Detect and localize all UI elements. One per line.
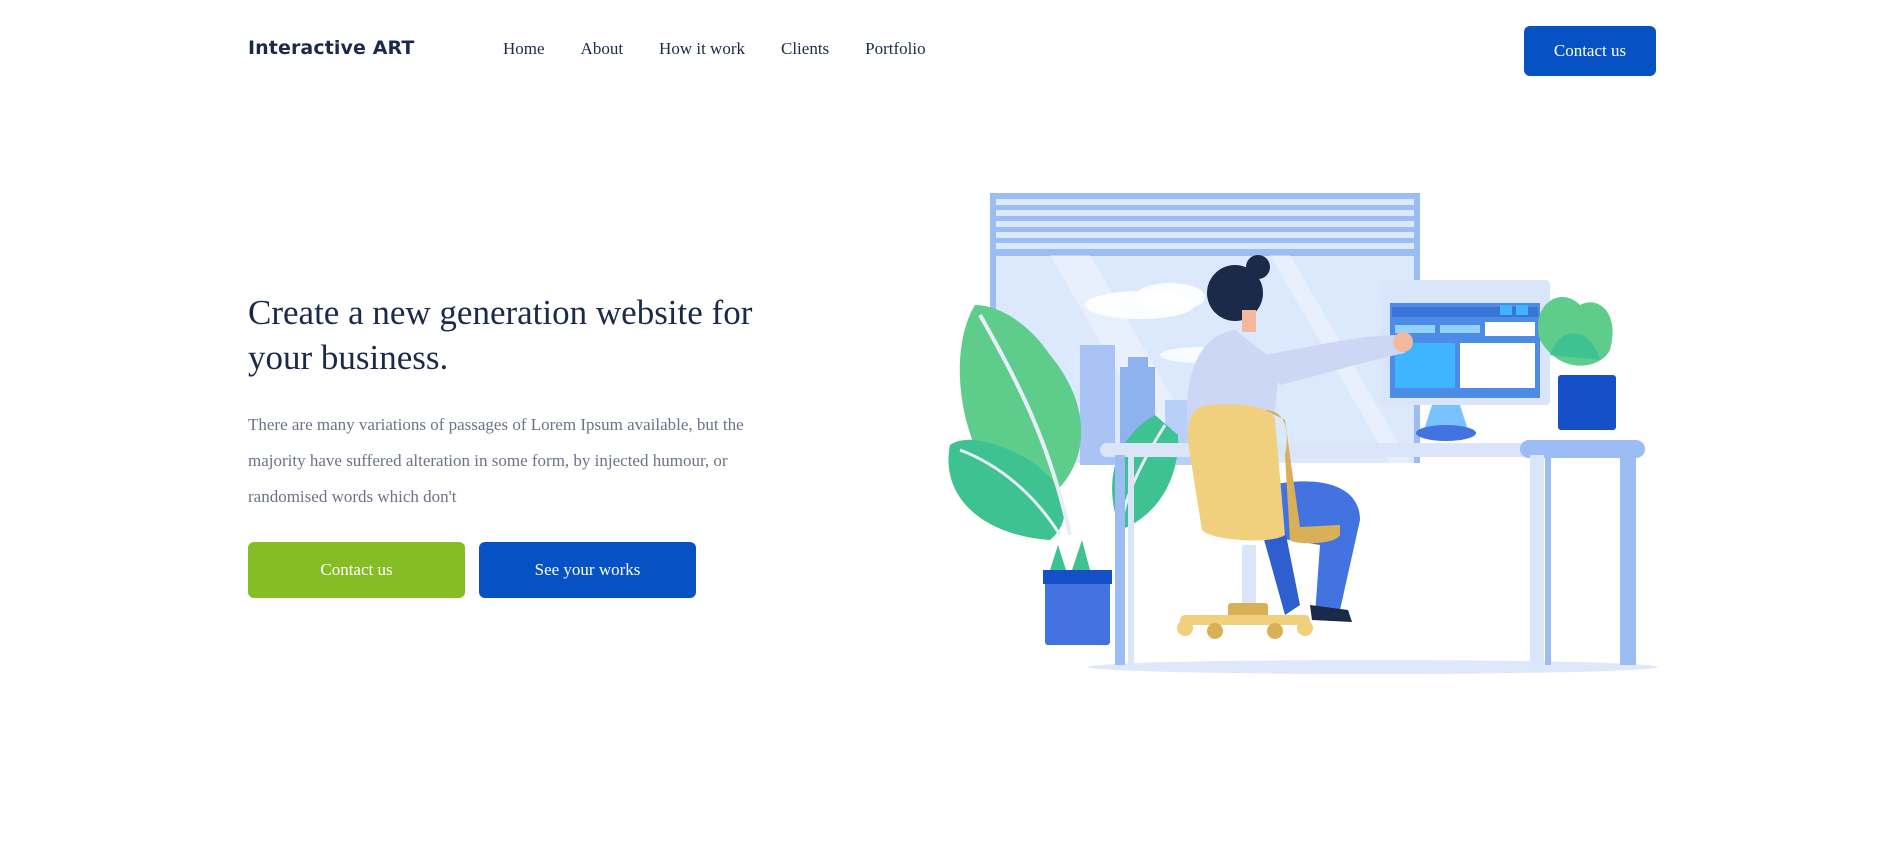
nav-links: Home About How it work Clients Portfolio: [503, 39, 962, 59]
nav-link-about[interactable]: About: [581, 39, 624, 59]
contact-us-button[interactable]: Contact us: [248, 542, 465, 598]
nav-link-portfolio[interactable]: Portfolio: [865, 39, 925, 59]
nav-contact-button[interactable]: Contact us: [1524, 26, 1656, 76]
hero-buttons: Contact us See your works: [248, 542, 696, 598]
nav-link-home[interactable]: Home: [503, 39, 545, 59]
hero-illustration: [940, 185, 1660, 685]
hero-text: Create a new generation website for your…: [248, 290, 768, 515]
nav-link-how-it-work[interactable]: How it work: [659, 39, 745, 59]
hero-title: Create a new generation website for your…: [248, 293, 753, 377]
see-your-works-button[interactable]: See your works: [479, 542, 696, 598]
hero-description: There are many variations of passages of…: [248, 415, 744, 506]
nav-link-clients[interactable]: Clients: [781, 39, 829, 59]
logo[interactable]: Interactive ART: [248, 37, 414, 59]
navbar: Interactive ART Home About How it work C…: [0, 0, 1896, 104]
office-worker-illustration: [948, 193, 1658, 674]
